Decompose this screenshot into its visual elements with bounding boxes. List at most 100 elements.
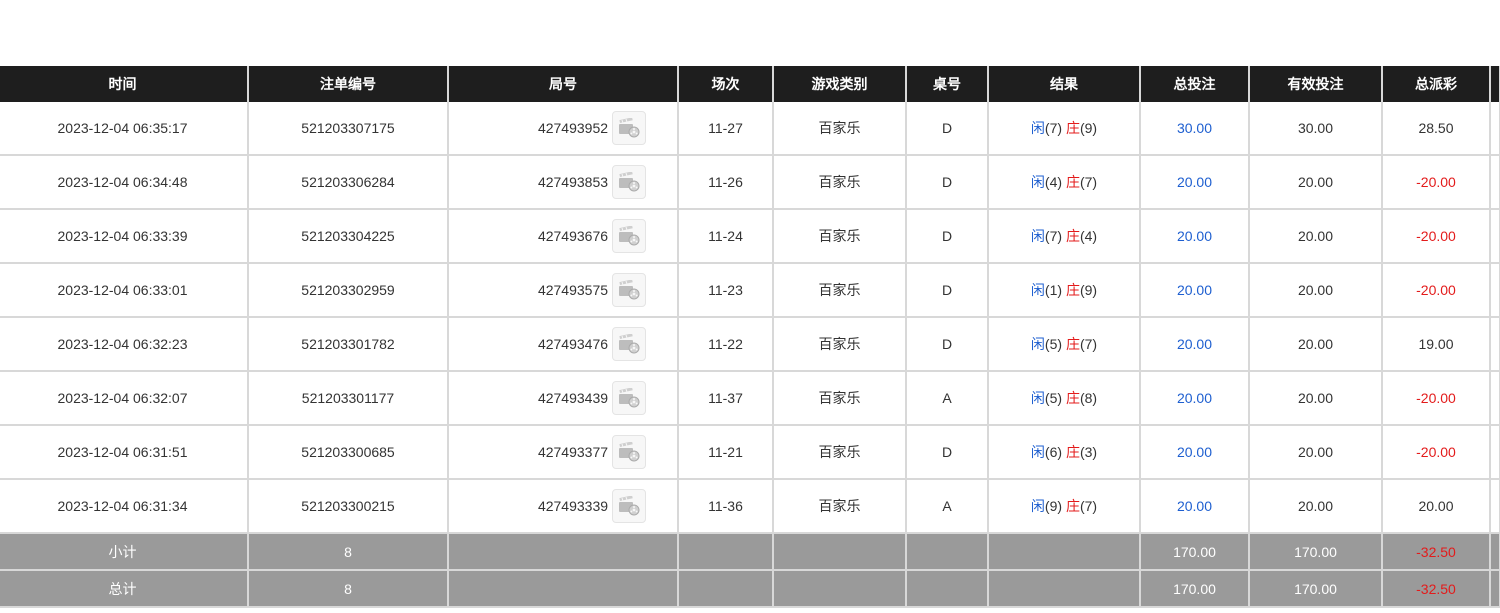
cell-time: 2023-12-04 06:35:17 bbox=[0, 102, 249, 156]
cell-result: 闲(1) 庄(9) bbox=[988, 263, 1141, 318]
video-replay-icon[interactable] bbox=[612, 435, 647, 469]
result-player-score: (1) bbox=[1044, 282, 1063, 298]
bet-records-table-wrapper: 时间 注单编号 局号 场次 游戏类别 桌号 结果 总投注 有效投注 总派彩 20… bbox=[0, 66, 1500, 608]
result-player-label: 闲 bbox=[1030, 174, 1045, 190]
cell-total-bet[interactable]: 20.00 bbox=[1140, 479, 1250, 534]
video-replay-icon[interactable] bbox=[612, 273, 647, 307]
cell-result: 闲(9) 庄(7) bbox=[988, 479, 1141, 534]
cell-bet-id: 521203301177 bbox=[248, 371, 449, 426]
table-row: 2023-12-04 06:34:48 521203306284 4274938… bbox=[0, 155, 1500, 210]
video-replay-icon[interactable] bbox=[612, 327, 647, 361]
cell-time: 2023-12-04 06:32:23 bbox=[0, 317, 249, 372]
cell-valid-bet: 20.00 bbox=[1249, 263, 1383, 318]
cell-total-bet[interactable]: 20.00 bbox=[1140, 317, 1250, 372]
cell-time: 2023-12-04 06:33:39 bbox=[0, 209, 249, 264]
subtotal-label: 小计 bbox=[0, 533, 249, 571]
cell-session: 11-21 bbox=[678, 425, 774, 480]
result-banker-score: (9) bbox=[1079, 120, 1098, 136]
video-replay-icon[interactable] bbox=[612, 165, 647, 199]
cell-time: 2023-12-04 06:34:48 bbox=[0, 155, 249, 210]
cell-round: 427493676 bbox=[448, 209, 679, 264]
table-row: 2023-12-04 06:33:01 521203302959 4274935… bbox=[0, 263, 1500, 318]
result-player-score: (7) bbox=[1044, 120, 1063, 136]
cell-session: 11-37 bbox=[678, 371, 774, 426]
result-player-label: 闲 bbox=[1030, 390, 1045, 406]
round-number: 427493377 bbox=[537, 444, 609, 460]
table-row: 2023-12-04 06:31:34 521203300215 4274933… bbox=[0, 479, 1500, 534]
cell-table: D bbox=[906, 317, 989, 372]
cell-game: 百家乐 bbox=[773, 317, 907, 372]
cell-valid-bet: 20.00 bbox=[1249, 317, 1383, 372]
cell-round: 427493575 bbox=[448, 263, 679, 318]
cell-total-bet[interactable]: 20.00 bbox=[1140, 425, 1250, 480]
cell-table: D bbox=[906, 263, 989, 318]
grand-total-valid-bet: 170.00 bbox=[1249, 570, 1383, 608]
cell-valid-bet: 20.00 bbox=[1249, 209, 1383, 264]
result-player-label: 闲 bbox=[1030, 120, 1045, 136]
video-replay-icon[interactable] bbox=[612, 381, 647, 415]
cell-game: 百家乐 bbox=[773, 209, 907, 264]
cell-table: A bbox=[906, 479, 989, 534]
cell-total-bet[interactable]: 20.00 bbox=[1140, 263, 1250, 318]
cell-bet-id: 521203301782 bbox=[248, 317, 449, 372]
result-banker-label: 庄 bbox=[1065, 498, 1080, 514]
result-player-label: 闲 bbox=[1030, 336, 1045, 352]
header-round: 局号 bbox=[448, 66, 679, 102]
cell-total-bet[interactable]: 20.00 bbox=[1140, 209, 1250, 264]
cell-result: 闲(4) 庄(7) bbox=[988, 155, 1141, 210]
round-number: 427493853 bbox=[537, 174, 609, 190]
cell-payout: -20.00 bbox=[1382, 155, 1491, 210]
cell-game: 百家乐 bbox=[773, 155, 907, 210]
cell-payout: -20.00 bbox=[1382, 425, 1491, 480]
cell-total-bet[interactable]: 30.00 bbox=[1140, 102, 1250, 156]
result-player-score: (6) bbox=[1044, 444, 1063, 460]
table-row: 2023-12-04 06:33:39 521203304225 4274936… bbox=[0, 209, 1500, 264]
result-banker-score: (7) bbox=[1079, 336, 1098, 352]
header-time: 时间 bbox=[0, 66, 249, 102]
grand-total-payout: -32.50 bbox=[1382, 570, 1491, 608]
cell-round: 427493339 bbox=[448, 479, 679, 534]
cell-time: 2023-12-04 06:31:34 bbox=[0, 479, 249, 534]
cell-session: 11-27 bbox=[678, 102, 774, 156]
cell-result: 闲(7) 庄(4) bbox=[988, 209, 1141, 264]
round-number: 427493676 bbox=[537, 228, 609, 244]
result-player-score: (7) bbox=[1044, 228, 1063, 244]
header-payout: 总派彩 bbox=[1382, 66, 1491, 102]
result-banker-label: 庄 bbox=[1065, 282, 1080, 298]
result-player-label: 闲 bbox=[1030, 498, 1045, 514]
cell-valid-bet: 20.00 bbox=[1249, 155, 1383, 210]
cell-valid-bet: 20.00 bbox=[1249, 479, 1383, 534]
cell-table: A bbox=[906, 371, 989, 426]
result-player-label: 闲 bbox=[1030, 282, 1045, 298]
table-row: 2023-12-04 06:32:23 521203301782 4274934… bbox=[0, 317, 1500, 372]
table-row: 2023-12-04 06:31:51 521203300685 4274933… bbox=[0, 425, 1500, 480]
cell-game: 百家乐 bbox=[773, 263, 907, 318]
cell-bet-id: 521203304225 bbox=[248, 209, 449, 264]
round-number: 427493439 bbox=[537, 390, 609, 406]
result-player-score: (5) bbox=[1044, 390, 1063, 406]
cell-time: 2023-12-04 06:32:07 bbox=[0, 371, 249, 426]
round-number: 427493476 bbox=[537, 336, 609, 352]
subtotal-payout: -32.50 bbox=[1382, 533, 1491, 571]
cell-game: 百家乐 bbox=[773, 479, 907, 534]
cell-session: 11-24 bbox=[678, 209, 774, 264]
result-player-label: 闲 bbox=[1030, 228, 1045, 244]
header-extra bbox=[1490, 66, 1500, 102]
cell-valid-bet: 20.00 bbox=[1249, 425, 1383, 480]
grand-total-count: 8 bbox=[248, 570, 449, 608]
cell-total-bet[interactable]: 20.00 bbox=[1140, 155, 1250, 210]
video-replay-icon[interactable] bbox=[612, 219, 647, 253]
result-banker-score: (3) bbox=[1079, 444, 1098, 460]
video-replay-icon[interactable] bbox=[612, 489, 647, 523]
subtotal-count: 8 bbox=[248, 533, 449, 571]
cell-result: 闲(5) 庄(7) bbox=[988, 317, 1141, 372]
cell-total-bet[interactable]: 20.00 bbox=[1140, 371, 1250, 426]
result-banker-score: (9) bbox=[1079, 282, 1098, 298]
cell-table: D bbox=[906, 209, 989, 264]
result-banker-label: 庄 bbox=[1065, 336, 1080, 352]
cell-result: 闲(6) 庄(3) bbox=[988, 425, 1141, 480]
round-number: 427493575 bbox=[537, 282, 609, 298]
cell-payout: -20.00 bbox=[1382, 263, 1491, 318]
result-player-label: 闲 bbox=[1030, 444, 1045, 460]
video-replay-icon[interactable] bbox=[612, 111, 647, 145]
